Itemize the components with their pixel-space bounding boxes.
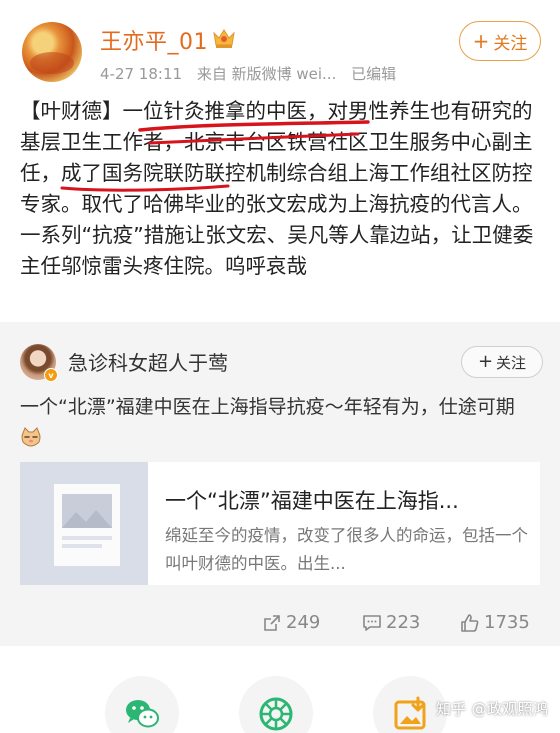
repost-stat[interactable]: 249 xyxy=(262,612,320,633)
plus-icon: + xyxy=(472,29,490,53)
article-link-card[interactable]: 一个“北漂”福建中医在上海指... 绵延至今的疫情，改变了很多人的命运，包括一个… xyxy=(20,462,540,585)
comment-count: 223 xyxy=(386,612,421,633)
article-title: 一个“北漂”福建中医在上海指... xyxy=(165,489,459,513)
repost-count: 249 xyxy=(286,612,321,633)
repost-body-text: 一个“北漂”福建中医在上海指导抗疫～年轻有为，仕途可期 xyxy=(20,396,515,418)
share-wechat-button[interactable] xyxy=(105,676,179,733)
author-name[interactable]: 王亦平_01 xyxy=(100,24,208,56)
edited-label: 已编辑 xyxy=(351,65,397,83)
repost-follow-label: 关注 xyxy=(496,353,527,372)
like-stat[interactable]: 1735 xyxy=(460,612,530,633)
article-thumbnail xyxy=(20,462,148,585)
reposted-weibo[interactable]: v 急诊科女超人于莺 + 关注 一个“北漂”福建中医在上海指导抗疫～年轻有为，仕… xyxy=(0,322,560,646)
moments-icon xyxy=(259,697,293,731)
author-avatar[interactable] xyxy=(22,22,82,82)
verified-icon: v xyxy=(44,368,58,382)
like-count: 1735 xyxy=(484,612,530,633)
cat-emoji-icon xyxy=(21,427,41,447)
article-description: 绵延至今的疫情，改变了很多人的命运，包括一个叫叶财德的中医。出生... xyxy=(165,526,528,573)
save-image-icon xyxy=(394,696,426,730)
comment-icon xyxy=(363,614,381,631)
share-icon xyxy=(264,614,280,631)
post-meta: 4-27 18:11 来自 新版微博 wei... 已编辑 xyxy=(100,63,406,84)
plus-icon: + xyxy=(477,351,494,372)
repost-follow-button[interactable]: + 关注 xyxy=(461,346,543,378)
crown-icon xyxy=(213,29,235,48)
repost-body: 一个“北漂”福建中医在上海指导抗疫～年轻有为，仕途可期 xyxy=(20,392,540,454)
engagement-stats: 249 223 1735 xyxy=(0,612,560,636)
weibo-post: 王亦平_01 4-27 18:11 来自 新版微博 wei... 已编辑 + 关… xyxy=(0,0,560,322)
post-source: 来自 新版微博 wei... xyxy=(196,65,337,83)
comment-stat[interactable]: 223 xyxy=(362,612,420,633)
share-moments-button[interactable] xyxy=(239,676,313,733)
follow-button[interactable]: + 关注 xyxy=(459,21,541,61)
document-icon xyxy=(54,484,120,566)
follow-label: 关注 xyxy=(493,33,528,54)
share-bar: 知乎 @政观照鸿 xyxy=(0,646,560,733)
thumbs-up-icon xyxy=(461,613,479,632)
wechat-icon xyxy=(126,700,159,728)
repost-author-name[interactable]: 急诊科女超人于莺 xyxy=(68,347,228,376)
zhihu-watermark: 知乎 @政观照鸿 xyxy=(436,700,549,718)
post-date: 4-27 18:11 xyxy=(100,65,183,83)
post-body: 【叶财德】一位针灸推拿的中医，对男性养生也有研究的基层卫生工作者，北京丰台区铁营… xyxy=(20,99,534,278)
